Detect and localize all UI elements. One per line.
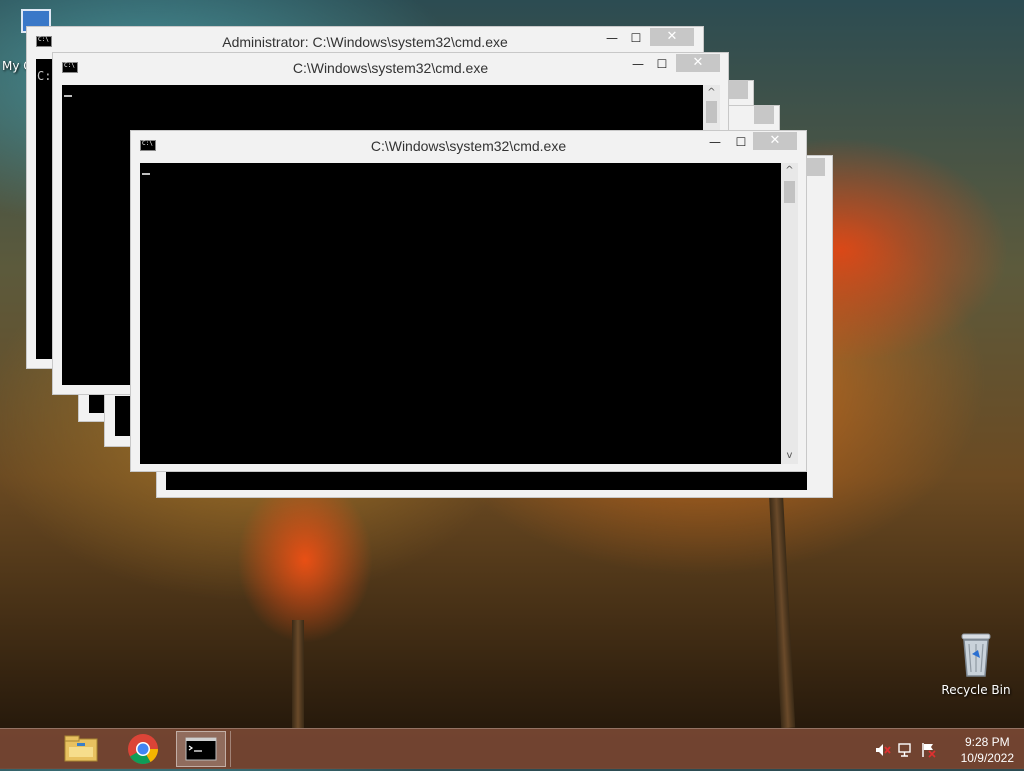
taskbar-clock[interactable]: 9:28 PM 10/9/2022 bbox=[961, 734, 1014, 766]
clock-date: 10/9/2022 bbox=[960, 751, 1014, 765]
scroll-down-button[interactable]: v bbox=[781, 448, 798, 464]
console-area[interactable] bbox=[140, 163, 781, 464]
titlebar[interactable]: C:\Windows\system32\cmd.exe — ☐ ✕ bbox=[53, 53, 728, 83]
close-button[interactable]: ✕ bbox=[676, 54, 720, 72]
system-tray bbox=[870, 729, 940, 769]
network-icon[interactable] bbox=[897, 741, 915, 759]
maximize-button[interactable]: ☐ bbox=[649, 55, 675, 73]
scroll-up-button[interactable]: ^ bbox=[703, 85, 720, 101]
scroll-up-button[interactable]: ^ bbox=[781, 163, 798, 179]
wallpaper-stem-left bbox=[292, 620, 304, 728]
close-button[interactable] bbox=[754, 106, 774, 124]
close-button[interactable] bbox=[728, 81, 748, 99]
console-area bbox=[166, 472, 807, 490]
cmd-window-front[interactable]: C:\Windows\system32\cmd.exe — ☐ ✕ ^ v bbox=[130, 130, 807, 472]
taskbar: 9:28 PM 10/9/2022 bbox=[0, 728, 1024, 769]
close-button[interactable]: ✕ bbox=[650, 28, 694, 46]
taskbar-chrome[interactable] bbox=[118, 731, 168, 767]
close-button[interactable]: ✕ bbox=[753, 132, 797, 150]
maximize-button[interactable]: ☐ bbox=[728, 133, 754, 151]
scrollbar-thumb[interactable] bbox=[706, 101, 717, 123]
minimize-button[interactable]: — bbox=[625, 55, 651, 73]
taskbar-file-explorer[interactable] bbox=[56, 731, 106, 767]
titlebar[interactable]: C:\Windows\system32\cmd.exe — ☐ ✕ bbox=[131, 131, 806, 161]
file-explorer-icon bbox=[64, 735, 98, 762]
clock-time: 9:28 PM bbox=[964, 735, 1010, 749]
wallpaper-stem-right bbox=[768, 489, 796, 729]
close-button[interactable] bbox=[807, 158, 825, 176]
scrollbar-thumb[interactable] bbox=[784, 181, 795, 203]
taskbar-divider bbox=[230, 731, 235, 767]
speaker-muted-icon[interactable] bbox=[874, 741, 892, 759]
console-prompt-text: C: bbox=[37, 69, 52, 83]
console-cursor bbox=[142, 173, 150, 175]
maximize-button[interactable]: ☐ bbox=[623, 29, 649, 47]
chrome-icon bbox=[128, 734, 158, 765]
action-center-flag-icon[interactable] bbox=[920, 741, 938, 759]
cmd-icon bbox=[185, 737, 217, 761]
taskbar-command-prompt[interactable] bbox=[176, 731, 226, 767]
minimize-button[interactable]: — bbox=[702, 133, 728, 151]
vertical-scrollbar[interactable]: ^ v bbox=[781, 163, 798, 464]
minimize-button[interactable]: — bbox=[599, 29, 625, 47]
recycle-bin-icon bbox=[961, 633, 991, 677]
desktop-icon-label: Recycle Bin bbox=[941, 683, 1011, 697]
desktop-icon-recycle-bin[interactable]: Recycle Bin bbox=[940, 630, 1012, 697]
console-cursor bbox=[64, 95, 72, 97]
